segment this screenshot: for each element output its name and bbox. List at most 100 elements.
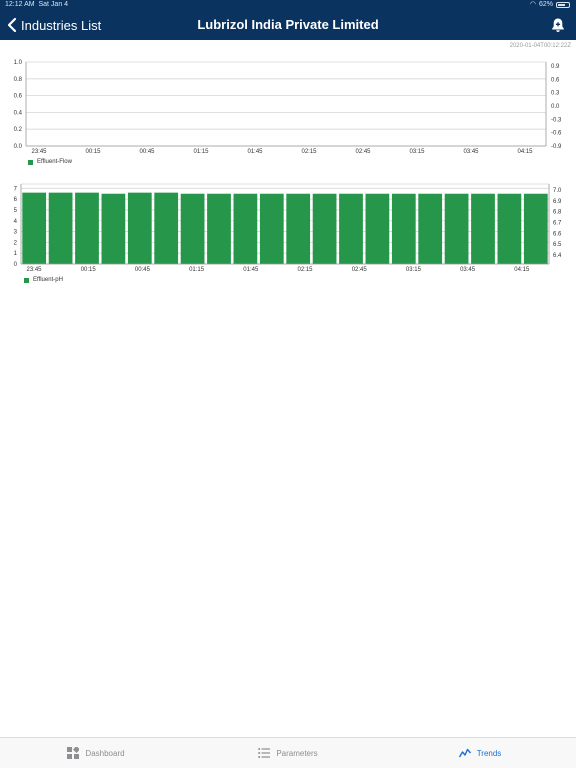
- y-right-tick-label: -0.6: [551, 131, 562, 137]
- bar: [391, 193, 416, 264]
- x-tick-label: 01:15: [189, 267, 205, 273]
- y-right-tick-label: 6.4: [553, 253, 562, 259]
- list-icon: [258, 748, 271, 758]
- dashboard-icon: [67, 747, 80, 759]
- legend-swatch: [24, 277, 29, 283]
- y-left-tick-label: 3: [14, 230, 18, 236]
- y-right-tick-label: -0.3: [551, 117, 562, 123]
- y-right-tick-label: 0.9: [551, 64, 560, 70]
- effluent-flow-chart-svg: 1.0 0.8 0.6 0.4 0.2 0.0 0.9 0.6 0.3 0.0 -0.3 -0.6 -0…: [14, 60, 562, 155]
- tab-trends-label: Trends: [476, 748, 502, 758]
- status-time: 12:12 AM: [5, 1, 35, 8]
- bar: [180, 193, 205, 264]
- y-left-tick-label: 0.2: [14, 127, 23, 133]
- bar: [154, 192, 179, 264]
- x-tick-label: 01:45: [247, 149, 263, 155]
- y-left-tick-label: 7: [14, 186, 18, 192]
- y-right-tick-label: 7.0: [553, 188, 562, 194]
- chevron-left-icon: [7, 17, 17, 33]
- x-tick-label: 00:45: [139, 149, 155, 155]
- x-tick-label: 00:45: [135, 267, 151, 273]
- tab-dashboard-label: Dashboard: [85, 748, 125, 758]
- effluent-flow-chart: 1.0 0.8 0.6 0.4 0.2 0.0 0.9 0.6 0.3 0.0 -0.3 -0.6 -0…: [0, 56, 576, 166]
- y-left-tick-label: 0.8: [14, 77, 23, 83]
- notification-bell-icon[interactable]: [550, 17, 566, 33]
- x-tick-label: 01:15: [193, 149, 209, 155]
- x-tick-label: 04:15: [514, 267, 530, 273]
- y-right-tick-label: 6.5: [553, 242, 562, 248]
- bar: [339, 193, 363, 264]
- legend-label-effluent-ph: Effluent-pH: [33, 277, 63, 283]
- battery-icon: [556, 2, 570, 8]
- tab-parameters[interactable]: Parameters: [192, 738, 384, 768]
- status-time-date: 12:12 AM Sat Jan 4: [5, 0, 68, 10]
- y-right-tick-label: 6.9: [553, 199, 562, 205]
- x-tick-label: 01:45: [243, 267, 259, 273]
- y-left-tick-label: 0.6: [14, 94, 23, 100]
- bar: [75, 192, 99, 264]
- bar: [101, 193, 126, 264]
- tab-bar: Dashboard Parameters Trends: [0, 737, 576, 768]
- x-tick-label: 03:45: [460, 267, 476, 273]
- status-bar: 12:12 AM Sat Jan 4 ◠ 62%: [0, 0, 576, 10]
- bar: [471, 193, 495, 264]
- x-tick-label: 00:15: [85, 149, 101, 155]
- y-right-tick-label: 0.3: [551, 91, 560, 97]
- effluent-ph-chart: 7 6 5 4 3 2 1 0 7.0 6.9 6.8 6.7 6.6 6.5 6.4 23:45 00:15 0…: [0, 180, 576, 290]
- y-right-tick-label: -0.9: [551, 144, 562, 150]
- legend-swatch: [28, 159, 33, 165]
- x-tick-label: 03:15: [406, 267, 422, 273]
- y-right-tick-label: 0.0: [551, 104, 560, 110]
- tab-trends[interactable]: Trends: [384, 738, 576, 768]
- y-left-tick-label: 2: [14, 240, 18, 246]
- wifi-icon: ◠: [529, 1, 536, 8]
- legend-label-effluent-flow: Effluent-Flow: [37, 159, 72, 165]
- back-label: Industries List: [21, 17, 102, 33]
- tab-parameters-label: Parameters: [276, 748, 318, 758]
- bar: [127, 192, 152, 264]
- tab-dashboard[interactable]: Dashboard: [0, 738, 192, 768]
- y-left-tick-label: 6: [14, 197, 18, 203]
- x-tick-label: 00:15: [81, 267, 97, 273]
- bar: [207, 193, 231, 264]
- y-left-tick-label: 1: [14, 251, 18, 257]
- bar: [523, 193, 548, 264]
- y-right-tick-label: 6.6: [553, 231, 562, 237]
- bar: [259, 193, 284, 264]
- y-right-tick-label: 6.8: [553, 210, 562, 216]
- bar: [233, 193, 258, 264]
- bar: [444, 193, 469, 264]
- x-tick-label: 03:45: [463, 149, 479, 155]
- status-date: Sat Jan 4: [38, 1, 69, 8]
- x-tick-label: 04:15: [517, 149, 533, 155]
- bar: [48, 192, 73, 264]
- bar: [286, 193, 311, 264]
- effluent-ph-chart-svg: 7 6 5 4 3 2 1 0 7.0 6.9 6.8 6.7 6.6 6.5 6.4 23:45 00:15 0…: [14, 183, 562, 273]
- y-left-tick-label: 1.0: [14, 60, 23, 66]
- bar: [312, 193, 337, 264]
- y-right-tick-label: 0.6: [551, 77, 560, 83]
- y-left-tick-label: 0: [14, 262, 18, 268]
- y-left-tick-label: 4: [14, 219, 18, 225]
- y-left-tick-label: 0.0: [14, 144, 23, 150]
- chart1-legend: Effluent-Flow: [28, 159, 72, 165]
- navigation-bar: 12:12 AM Sat Jan 4 ◠ 62% Industries List…: [0, 0, 576, 40]
- y-left-tick-label: 5: [14, 208, 18, 214]
- bar: [497, 193, 522, 264]
- x-tick-label: 02:15: [297, 267, 313, 273]
- y-right-tick-label: 6.7: [553, 221, 562, 227]
- status-right: ◠ 62%: [530, 0, 570, 10]
- x-tick-label: 02:15: [301, 149, 317, 155]
- x-tick-label: 02:45: [355, 149, 371, 155]
- chart2-legend: Effluent-pH: [24, 277, 63, 283]
- battery-percent: 62%: [538, 1, 553, 8]
- x-tick-label: 02:45: [352, 267, 368, 273]
- bar: [365, 193, 390, 264]
- y-left-tick-label: 0.4: [14, 110, 23, 116]
- bar: [418, 193, 443, 264]
- x-tick-label: 03:15: [409, 149, 425, 155]
- x-tick-label: 23:45: [31, 149, 47, 155]
- back-button[interactable]: Industries List: [6, 15, 101, 35]
- trends-icon: [458, 748, 471, 758]
- bar: [22, 192, 47, 264]
